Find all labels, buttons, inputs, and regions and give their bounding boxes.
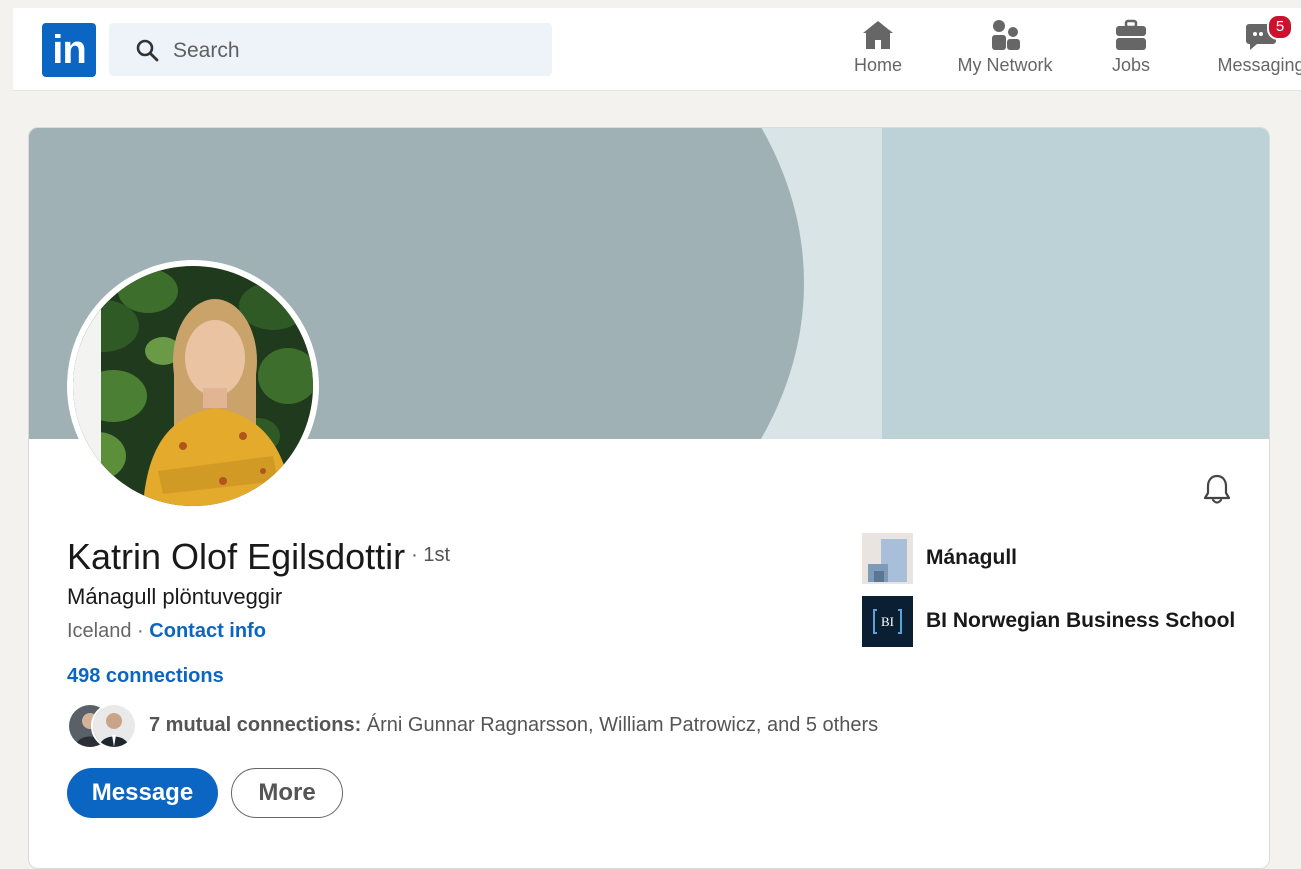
connection-degree: · 1st <box>411 544 451 566</box>
briefcase-icon <box>1116 19 1146 50</box>
nav-home[interactable]: Home <box>846 18 910 86</box>
mutual-names: Árni Gunnar Ragnarsson, William Patrowic… <box>361 714 879 736</box>
search-icon <box>136 39 159 62</box>
nav-my-network-label: My Network <box>957 55 1053 75</box>
profile-location: Iceland <box>67 620 132 642</box>
profile-name: Katrin Olof Egilsdottir <box>67 536 406 577</box>
connections-link[interactable]: 498 connections <box>67 665 224 688</box>
bell-icon[interactable] <box>1199 471 1235 507</box>
profile-photo <box>73 266 313 506</box>
search-box[interactable] <box>109 23 552 76</box>
search-input[interactable] <box>171 33 535 68</box>
mutual-avatar-2[interactable] <box>91 703 137 749</box>
nav-messaging-label: Messaging <box>1217 55 1301 75</box>
messaging-badge: 5 <box>1267 14 1293 40</box>
managull-logo <box>862 533 913 584</box>
contact-info-link[interactable]: Contact info <box>149 620 266 642</box>
bi-logo: BI <box>862 596 913 647</box>
mutual-connections-text[interactable]: 7 mutual connections: Árni Gunnar Ragnar… <box>149 714 878 737</box>
profile-name-row: Katrin Olof Egilsdottir · 1st <box>67 536 450 578</box>
org-name: Mánagull <box>926 546 1018 569</box>
nav-jobs[interactable]: Jobs <box>1101 18 1161 86</box>
mutual-avatars <box>67 703 139 749</box>
mutual-count: 7 mutual connections: <box>149 714 362 736</box>
bi-logo-text: BI <box>881 614 894 629</box>
network-icon <box>992 20 1020 50</box>
more-button[interactable]: More <box>231 768 343 818</box>
linkedin-logo[interactable]: in <box>42 23 96 77</box>
location-row: Iceland · Contact info <box>67 620 266 643</box>
profile-card: Katrin Olof Egilsdottir · 1st Mánagull pl… <box>28 127 1270 869</box>
home-icon <box>863 21 893 49</box>
location-separator: · <box>131 620 150 642</box>
profile-avatar[interactable] <box>67 260 319 512</box>
message-button[interactable]: Message <box>67 768 218 818</box>
profile-headline: Mánagull plöntuveggir <box>67 584 283 609</box>
nav-jobs-label: Jobs <box>1111 55 1151 75</box>
messaging-icon-wrap: 5 <box>1243 14 1293 52</box>
nav-my-network[interactable]: My Network <box>949 18 1061 86</box>
top-nav-bar: in Home My Network Jobs <box>13 8 1301 91</box>
org-name: BI Norwegian Business School <box>926 609 1236 632</box>
nav-messaging[interactable]: 5 Messaging <box>1211 14 1301 86</box>
nav-home-label: Home <box>853 55 902 75</box>
